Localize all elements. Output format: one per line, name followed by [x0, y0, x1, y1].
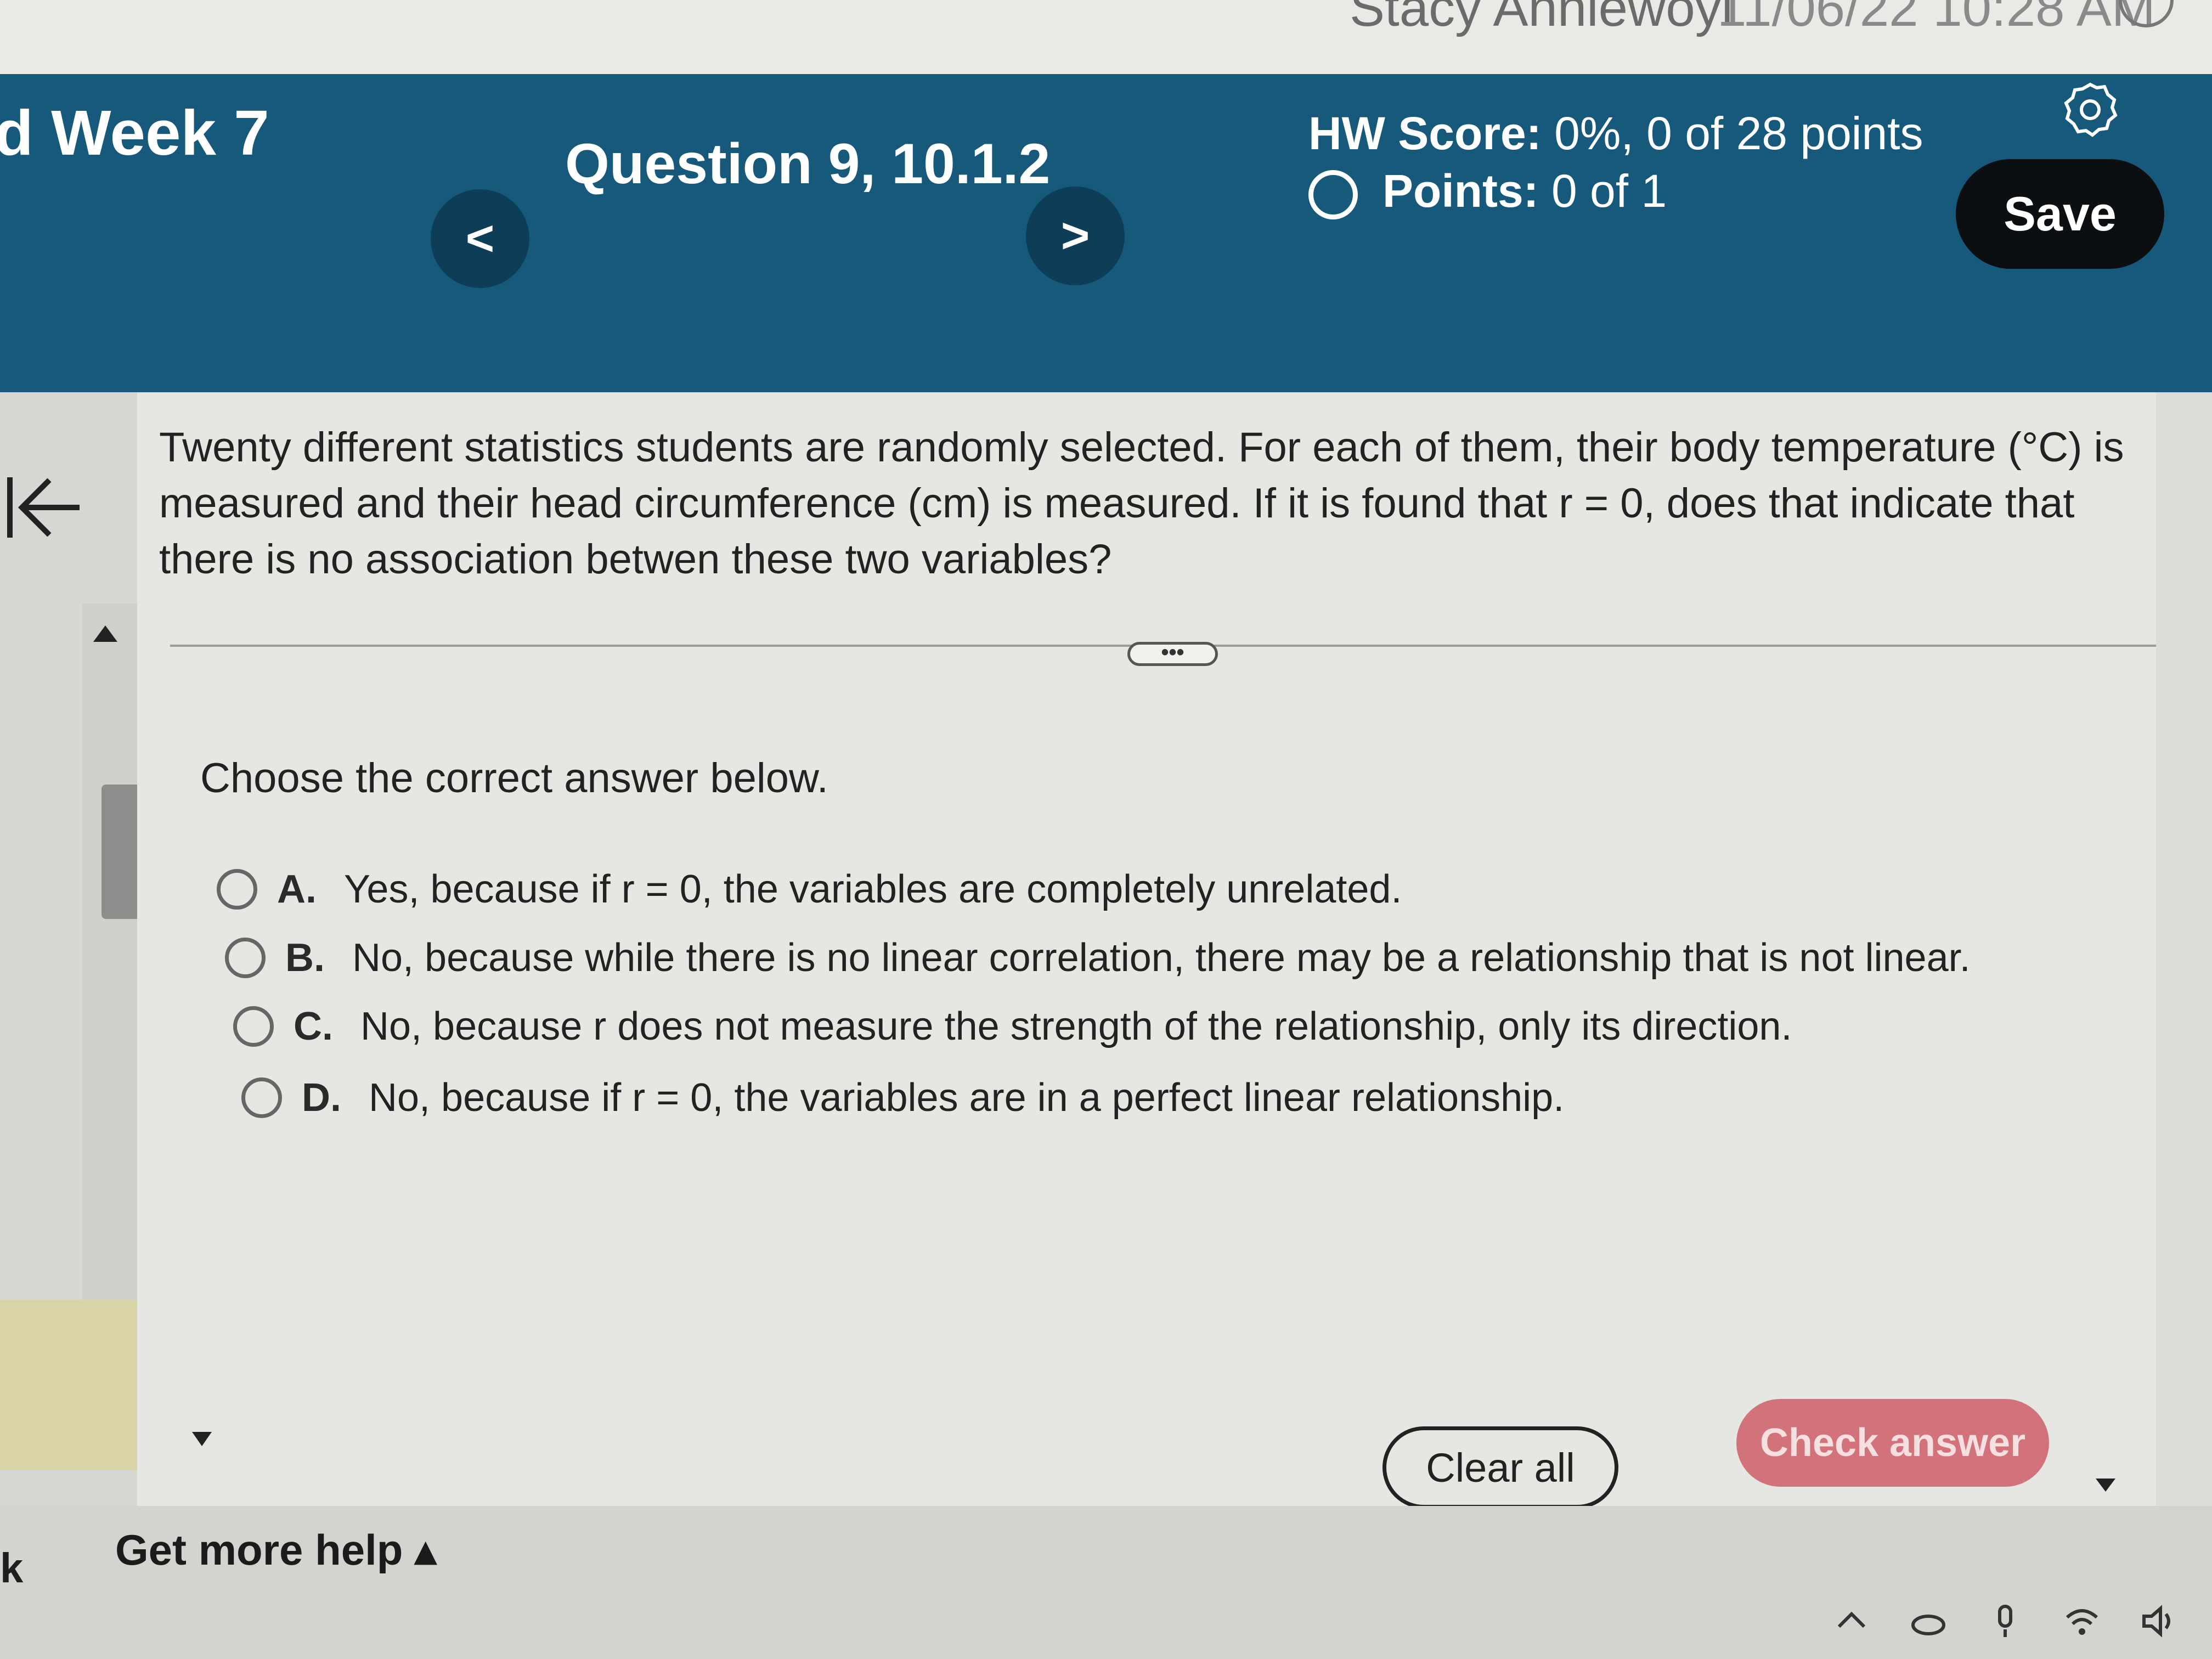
course-title: d Week 7: [0, 97, 269, 168]
cloud-icon[interactable]: [1909, 1602, 1948, 1640]
radio-button-c[interactable]: [233, 1006, 274, 1047]
answer-option-c[interactable]: C. No, because r does not measure the st…: [233, 1004, 1792, 1049]
points-value: 0 of 1: [1551, 165, 1667, 217]
next-question-button[interactable]: >: [1026, 187, 1125, 285]
system-tray: [1832, 1602, 2212, 1640]
option-letter: C.: [294, 1005, 333, 1048]
hw-score: HW Score: 0%, 0 of 28 points: [1308, 107, 1923, 160]
question-text: Twenty different statistics students are…: [159, 424, 2124, 583]
microphone-icon[interactable]: [1986, 1602, 2024, 1640]
more-options-button[interactable]: •••: [1127, 641, 1218, 666]
points-label: Points:: [1383, 165, 1539, 217]
collapse-panel-icon[interactable]: [5, 472, 82, 543]
previous-question-button[interactable]: <: [431, 189, 529, 288]
option-letter: D.: [302, 1076, 341, 1120]
answer-prompt: Choose the correct answer below.: [200, 755, 828, 802]
answer-option-a[interactable]: A. Yes, because if r = 0, the variables …: [217, 867, 1402, 912]
save-button[interactable]: Save: [1956, 159, 2164, 269]
option-text: No, because while there is no linear cor…: [352, 936, 1971, 980]
hw-score-label: HW Score:: [1308, 108, 1542, 159]
chevron-right-icon: >: [1060, 208, 1090, 263]
option-text: No, because if r = 0, the variables are …: [369, 1076, 1565, 1120]
scroll-down-icon[interactable]: [192, 1432, 212, 1446]
hw-score-value: 0%, 0 of 28 points: [1554, 108, 1923, 159]
points-status-icon: [1308, 170, 1358, 219]
panel-scroll-down-icon[interactable]: [2096, 1479, 2115, 1492]
radio-button-a[interactable]: [217, 869, 257, 910]
top-user-name: Stacy Anniewoyi: [1350, 0, 1734, 37]
speaker-icon[interactable]: [2140, 1602, 2178, 1640]
answer-option-b[interactable]: B. No, because while there is no linear …: [225, 935, 1971, 980]
answer-option-d[interactable]: D. No, because if r = 0, the variables a…: [241, 1075, 1564, 1120]
option-letter: B.: [285, 936, 325, 980]
footer-left-fragment: k: [0, 1545, 24, 1592]
clear-all-button[interactable]: Clear all: [1383, 1426, 1618, 1509]
get-more-help-button[interactable]: Get more help ▴: [115, 1525, 436, 1575]
chevron-up-icon[interactable]: [1832, 1602, 1871, 1640]
chevron-left-icon: <: [465, 211, 495, 266]
option-text: No, because r does not measure the stren…: [360, 1005, 1792, 1048]
wifi-icon[interactable]: [2063, 1602, 2101, 1640]
option-text: Yes, because if r = 0, the variables are…: [344, 867, 1402, 911]
gear-icon[interactable]: [2063, 82, 2118, 137]
points: Points: 0 of 1: [1383, 165, 1667, 218]
question-title: Question 9, 10.1.2: [565, 132, 1051, 196]
option-letter: A.: [277, 867, 317, 911]
radio-button-b[interactable]: [225, 938, 266, 978]
check-answer-button[interactable]: Check answer: [1736, 1399, 2049, 1487]
top-datetime: 11/06/22 10:28 AM: [1717, 0, 2155, 37]
scroll-up-icon[interactable]: [93, 625, 117, 642]
radio-button-d[interactable]: [241, 1077, 282, 1118]
